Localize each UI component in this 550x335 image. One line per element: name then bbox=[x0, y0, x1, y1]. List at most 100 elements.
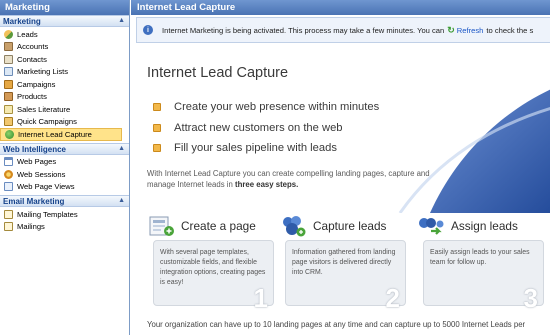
sidebar-item-label: Marketing Lists bbox=[17, 67, 69, 77]
page-title: Internet Lead Capture bbox=[131, 0, 550, 15]
web-page-views-icon bbox=[4, 182, 13, 192]
create-page-icon bbox=[149, 216, 174, 236]
sidebar-item-label: Internet Lead Capture bbox=[18, 129, 92, 139]
sidebar-item-label: Web Pages bbox=[17, 157, 57, 167]
collapse-icon[interactable]: ▲ bbox=[118, 197, 125, 204]
section-header-label: Email Marketing bbox=[3, 197, 65, 206]
email-marketing-items: Mailing Templates Mailings bbox=[0, 207, 129, 235]
assign-leads-icon bbox=[419, 217, 444, 235]
intro-paragraph: With Internet Lead Capture you can creat… bbox=[147, 168, 437, 190]
info-icon: i bbox=[143, 25, 153, 35]
activation-notice: i Internet Marketing is being activated.… bbox=[136, 17, 550, 43]
sidebar-item-contacts[interactable]: Contacts bbox=[0, 53, 129, 66]
step-title: Create a page bbox=[181, 218, 256, 233]
sidebar-item-mailing-templates[interactable]: Mailing Templates bbox=[0, 208, 129, 221]
accounts-icon bbox=[4, 42, 13, 52]
intro-emphasis: three easy steps. bbox=[235, 180, 299, 189]
sidebar-item-mailings[interactable]: Mailings bbox=[0, 221, 129, 234]
benefit-text: Fill your sales pipeline with leads bbox=[174, 142, 337, 155]
step-title-row: Capture leads bbox=[279, 215, 406, 236]
step-title: Assign leads bbox=[451, 218, 518, 233]
step-title: Capture leads bbox=[313, 218, 387, 233]
main-pane: Internet Lead Capture i Internet Marketi… bbox=[131, 0, 550, 335]
sidebar-item-label: Campaigns bbox=[17, 79, 56, 89]
sidebar-item-label: Web Sessions bbox=[17, 169, 66, 179]
web-intelligence-items: Web Pages Web Sessions Web Page Views bbox=[0, 155, 129, 196]
capture-leads-icon bbox=[283, 215, 306, 236]
web-sessions-icon bbox=[4, 169, 13, 179]
campaigns-icon bbox=[4, 79, 13, 89]
sidebar-item-products[interactable]: Products bbox=[0, 91, 129, 104]
sidebar-item-label: Accounts bbox=[17, 42, 49, 52]
sidebar-item-label: Sales Literature bbox=[17, 104, 71, 114]
sidebar-item-sales-literature[interactable]: Sales Literature bbox=[0, 103, 129, 116]
section-header-label: Web Intelligence bbox=[3, 144, 66, 154]
sidebar-item-label: Contacts bbox=[17, 54, 47, 64]
sidebar-item-label: Web Page Views bbox=[17, 182, 75, 192]
sidebar-item-label: Mailings bbox=[17, 222, 45, 232]
benefit-list: Create your web presence within minutes … bbox=[153, 97, 379, 159]
web-pages-icon bbox=[4, 157, 13, 167]
step-card-create-page: Create a page With several page template… bbox=[147, 215, 274, 313]
sidebar-item-campaigns[interactable]: Campaigns bbox=[0, 78, 129, 91]
step-card-capture-leads: Capture leads Information gathered from … bbox=[279, 215, 406, 313]
sidebar-item-label: Leads bbox=[17, 29, 38, 39]
mailing-templates-icon bbox=[4, 209, 13, 219]
marketing-items: Leads Accounts Contacts Marketing Lists … bbox=[0, 27, 129, 143]
products-icon bbox=[4, 92, 13, 102]
sidebar-item-web-pages[interactable]: Web Pages bbox=[0, 156, 129, 169]
content-heading: Internet Lead Capture bbox=[147, 65, 289, 81]
refresh-icon[interactable]: ↻ bbox=[447, 25, 455, 36]
step-description: Easily assign leads to your sales team f… bbox=[430, 249, 530, 266]
section-header-email-marketing[interactable]: Email Marketing ▲ bbox=[0, 195, 129, 207]
mailings-icon bbox=[4, 222, 13, 232]
sidebar-item-internet-lead-capture[interactable]: Internet Lead Capture bbox=[0, 128, 122, 141]
step-card-assign-leads: Assign leads Easily assign leads to your… bbox=[417, 215, 544, 313]
navigation-sidebar: Marketing Marketing ▲ Leads Accounts Con… bbox=[0, 0, 130, 335]
benefit-item: Attract new customers on the web bbox=[153, 118, 379, 139]
sidebar-item-quick-campaigns[interactable]: Quick Campaigns bbox=[0, 116, 129, 129]
collapse-icon[interactable]: ▲ bbox=[118, 145, 125, 152]
step-title-row: Create a page bbox=[147, 215, 274, 236]
sales-literature-icon bbox=[4, 104, 13, 114]
collapse-icon[interactable]: ▲ bbox=[118, 17, 125, 24]
step-number: 2 bbox=[385, 283, 400, 313]
sidebar-item-marketing-lists[interactable]: Marketing Lists bbox=[0, 66, 129, 79]
section-header-label: Marketing bbox=[3, 17, 41, 26]
internet-lead-capture-icon bbox=[5, 129, 14, 139]
sidebar-item-leads[interactable]: Leads bbox=[0, 28, 129, 41]
step-number: 3 bbox=[523, 283, 538, 313]
step-description-box: Information gathered from landing page v… bbox=[285, 240, 406, 313]
bullet-icon bbox=[153, 144, 161, 153]
section-header-web-intelligence[interactable]: Web Intelligence ▲ bbox=[0, 142, 129, 155]
step-number: 1 bbox=[253, 283, 268, 313]
notice-text: Internet Marketing is being activated. T… bbox=[162, 25, 445, 35]
step-description: With several page templates, customizabl… bbox=[160, 249, 266, 286]
step-title-row: Assign leads bbox=[417, 215, 544, 236]
sidebar-item-accounts[interactable]: Accounts bbox=[0, 41, 129, 54]
landing-content: Internet Lead Capture Create your web pr… bbox=[131, 45, 550, 335]
refresh-link[interactable]: Refresh bbox=[457, 26, 484, 35]
benefit-item: Create your web presence within minutes bbox=[153, 97, 379, 118]
contacts-icon bbox=[4, 54, 13, 64]
benefit-text: Create your web presence within minutes bbox=[174, 101, 380, 114]
benefit-item: Fill your sales pipeline with leads bbox=[153, 138, 379, 159]
quick-campaigns-icon bbox=[4, 117, 13, 127]
sidebar-item-label: Quick Campaigns bbox=[17, 117, 77, 127]
sidebar-item-label: Products bbox=[17, 92, 47, 102]
sidebar-title: Marketing bbox=[0, 0, 129, 15]
sidebar-item-web-sessions[interactable]: Web Sessions bbox=[0, 168, 129, 181]
step-description: Information gathered from landing page v… bbox=[292, 249, 396, 276]
bullet-icon bbox=[153, 123, 161, 132]
sidebar-item-web-page-views[interactable]: Web Page Views bbox=[0, 181, 129, 194]
step-description-box: Easily assign leads to your sales team f… bbox=[423, 240, 544, 313]
limits-footnote: Your organization can have up to 10 land… bbox=[147, 320, 526, 329]
bullet-icon bbox=[153, 103, 161, 112]
sidebar-item-label: Mailing Templates bbox=[17, 209, 78, 219]
decorative-swoosh bbox=[398, 89, 550, 213]
marketing-lists-icon bbox=[4, 67, 13, 77]
leads-icon bbox=[4, 29, 13, 39]
benefit-text: Attract new customers on the web bbox=[174, 121, 343, 134]
section-header-marketing[interactable]: Marketing ▲ bbox=[0, 15, 129, 27]
notice-text-tail: to check the s bbox=[486, 25, 534, 35]
